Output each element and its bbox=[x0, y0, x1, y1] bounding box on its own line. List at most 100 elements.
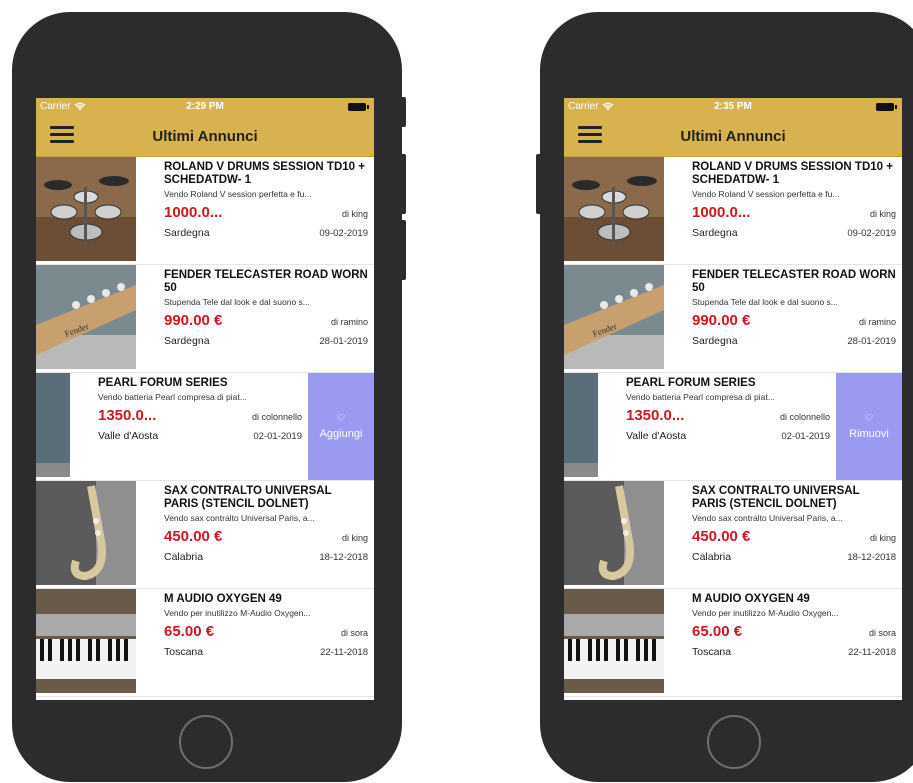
list-item-content[interactable]: M AUDIO OXYGEN 49 Vendo per inutilizzo M-… bbox=[564, 589, 902, 696]
listing-date: 09-02-2019 bbox=[847, 228, 896, 239]
list-item-content[interactable]: M AUDIO OXYGEN 49 Vendo per inutilizzo M-… bbox=[36, 589, 374, 696]
guitar-photo: Fender bbox=[36, 265, 136, 369]
list-item[interactable]: SAX CONTRALTO UNIVERSAL PARIS (STENCIL D… bbox=[36, 481, 374, 589]
listing-location: Calabria bbox=[164, 551, 204, 563]
list-item[interactable]: SAX CONTRALTO UNIVERSAL PARIS (STENCIL D… bbox=[564, 481, 902, 589]
listing-seller: di king bbox=[869, 533, 896, 543]
listing-date: 18-12-2018 bbox=[847, 552, 896, 563]
list-item[interactable]: Fender FENDER TELECASTER ROAD WORN 50 Stup… bbox=[564, 265, 902, 373]
keyboard-photo bbox=[564, 589, 664, 693]
listing-info: FENDER TELECASTER ROAD WORN 50 Stupenda T… bbox=[692, 267, 896, 347]
list-item-content[interactable]: ROLAND V DRUMS SESSION TD10 + SCHEDATDW-… bbox=[36, 157, 374, 264]
listing-list[interactable]: ROLAND V DRUMS SESSION TD10 + SCHEDATDW-… bbox=[564, 157, 902, 697]
list-item-content[interactable]: Fender FENDER TELECASTER ROAD WORN 50 Stup… bbox=[36, 265, 374, 372]
guitar-photo: Fender bbox=[564, 265, 664, 369]
listing-info: ROLAND V DRUMS SESSION TD10 + SCHEDATDW-… bbox=[164, 159, 368, 239]
listing-description: Vendo sax contralto Universal Paris, a..… bbox=[164, 513, 315, 523]
listing-date: 18-12-2018 bbox=[319, 552, 368, 563]
listing-price: 1350.0... bbox=[98, 407, 157, 424]
nav-bar: Ultimi Annunci bbox=[36, 116, 374, 157]
listing-date: 28-01-2019 bbox=[847, 336, 896, 347]
listing-location: Sardegna bbox=[164, 335, 210, 347]
listing-price: 990.00 € bbox=[692, 312, 751, 329]
listing-description: Stupenda Tele dal look e dal suono s... bbox=[164, 297, 310, 307]
home-button[interactable] bbox=[179, 715, 233, 769]
listing-thumbnail: Fender bbox=[564, 265, 664, 369]
listing-description: Vendo Roland V session perfetta e fu... bbox=[164, 189, 312, 199]
status-time: 2:29 PM bbox=[186, 101, 224, 112]
listing-info: FENDER TELECASTER ROAD WORN 50 Stupenda T… bbox=[164, 267, 368, 347]
listing-info: PEARL FORUM SERIES Vendo batteria Pearl c… bbox=[98, 375, 302, 442]
listing-thumbnail bbox=[36, 157, 136, 261]
listing-title: FENDER TELECASTER ROAD WORN 50 bbox=[692, 269, 896, 294]
listing-location: Sardegna bbox=[164, 227, 210, 239]
listing-location: Sardegna bbox=[692, 227, 738, 239]
phone-side-button bbox=[400, 97, 406, 127]
list-item[interactable]: Fender FENDER TELECASTER ROAD WORN 50 Stup… bbox=[36, 265, 374, 373]
listing-title: ROLAND V DRUMS SESSION TD10 + SCHEDATDW-… bbox=[692, 161, 893, 186]
heart-icon: ♡ bbox=[864, 413, 874, 424]
list-item[interactable]: ROLAND V DRUMS SESSION TD10 + SCHEDATDW-… bbox=[36, 157, 374, 265]
listing-seller: di ramino bbox=[330, 317, 368, 327]
battery-icon bbox=[876, 103, 897, 111]
listing-list[interactable]: ROLAND V DRUMS SESSION TD10 + SCHEDATDW-… bbox=[36, 157, 374, 697]
listing-info: SAX CONTRALTO UNIVERSAL PARIS (STENCIL D… bbox=[692, 483, 896, 563]
listing-price: 450.00 € bbox=[692, 528, 751, 545]
listing-title: M AUDIO OXYGEN 49 bbox=[692, 593, 810, 605]
list-item[interactable]: M AUDIO OXYGEN 49 Vendo per inutilizzo M-… bbox=[36, 589, 374, 697]
swipe-action-button[interactable]: ♡ Rimuovi bbox=[836, 373, 902, 480]
battery-icon bbox=[348, 103, 369, 111]
listing-date: 22-11-2018 bbox=[320, 647, 368, 658]
heart-icon: ♡ bbox=[336, 413, 346, 424]
list-item[interactable]: ROLAND V DRUMS SESSION TD10 + SCHEDATDW-… bbox=[564, 157, 902, 265]
listing-seller: di king bbox=[869, 209, 896, 219]
listing-price: 1000.0... bbox=[164, 204, 223, 221]
listing-thumbnail bbox=[564, 157, 664, 261]
listing-thumbnail: Fender bbox=[36, 265, 136, 369]
listing-thumbnail bbox=[564, 373, 598, 477]
screen: Carrier 2:35 PM Ultimi Annunci ROLAND V … bbox=[564, 98, 902, 700]
drum-kit-photo bbox=[564, 157, 664, 261]
listing-title: M AUDIO OXYGEN 49 bbox=[164, 593, 282, 605]
phone-side-button bbox=[400, 154, 406, 214]
listing-date: 28-01-2019 bbox=[319, 336, 368, 347]
nav-bar: Ultimi Annunci bbox=[564, 116, 902, 157]
listing-description: Vendo batteria Pearl compresa di piat... bbox=[98, 392, 247, 402]
listing-title: PEARL FORUM SERIES bbox=[626, 377, 756, 389]
listing-title: FENDER TELECASTER ROAD WORN 50 bbox=[164, 269, 368, 294]
listing-description: Vendo Roland V session perfetta e fu... bbox=[692, 189, 840, 199]
listing-price: 65.00 € bbox=[692, 623, 743, 640]
listing-description: Vendo sax contralto Universal Paris, a..… bbox=[692, 513, 843, 523]
list-item-content[interactable]: SAX CONTRALTO UNIVERSAL PARIS (STENCIL D… bbox=[564, 481, 902, 588]
listing-price: 65.00 € bbox=[164, 623, 215, 640]
home-button[interactable] bbox=[707, 715, 761, 769]
listing-thumbnail bbox=[36, 373, 70, 477]
drum-kit-photo bbox=[36, 157, 136, 261]
status-bar: Carrier 2:35 PM bbox=[564, 98, 902, 116]
listing-location: Valle d'Aosta bbox=[626, 430, 687, 442]
listing-title: ROLAND V DRUMS SESSION TD10 + SCHEDATDW-… bbox=[164, 161, 365, 186]
listing-title: SAX CONTRALTO UNIVERSAL PARIS (STENCIL D… bbox=[164, 485, 332, 510]
phone-side-button bbox=[536, 154, 542, 214]
list-item[interactable]: PEARL FORUM SERIES Vendo batteria Pearl c… bbox=[564, 373, 902, 481]
listing-location: Toscana bbox=[164, 646, 204, 658]
list-item[interactable]: PEARL FORUM SERIES Vendo batteria Pearl c… bbox=[36, 373, 374, 481]
list-item-content[interactable]: Fender FENDER TELECASTER ROAD WORN 50 Stup… bbox=[564, 265, 902, 372]
list-item-content[interactable]: ROLAND V DRUMS SESSION TD10 + SCHEDATDW-… bbox=[564, 157, 902, 264]
phone-side-button bbox=[400, 220, 406, 280]
listing-location: Calabria bbox=[692, 551, 732, 563]
swipe-action-button[interactable]: ♡ Aggiungi bbox=[308, 373, 374, 480]
listing-date: 22-11-2018 bbox=[848, 647, 896, 658]
screen: Carrier 2:29 PM Ultimi Annunci ROLAND V … bbox=[36, 98, 374, 700]
listing-location: Valle d'Aosta bbox=[98, 430, 159, 442]
listing-seller: di king bbox=[341, 209, 368, 219]
menu-icon[interactable] bbox=[578, 126, 602, 144]
page-title: Ultimi Annunci bbox=[152, 127, 258, 145]
status-time: 2:35 PM bbox=[714, 101, 752, 112]
list-item-content[interactable]: SAX CONTRALTO UNIVERSAL PARIS (STENCIL D… bbox=[36, 481, 374, 588]
listing-seller: di sora bbox=[868, 628, 896, 638]
menu-icon[interactable] bbox=[50, 126, 74, 144]
list-item[interactable]: M AUDIO OXYGEN 49 Vendo per inutilizzo M-… bbox=[564, 589, 902, 697]
listing-info: M AUDIO OXYGEN 49 Vendo per inutilizzo M-… bbox=[164, 591, 368, 658]
listing-thumbnail bbox=[564, 481, 664, 585]
